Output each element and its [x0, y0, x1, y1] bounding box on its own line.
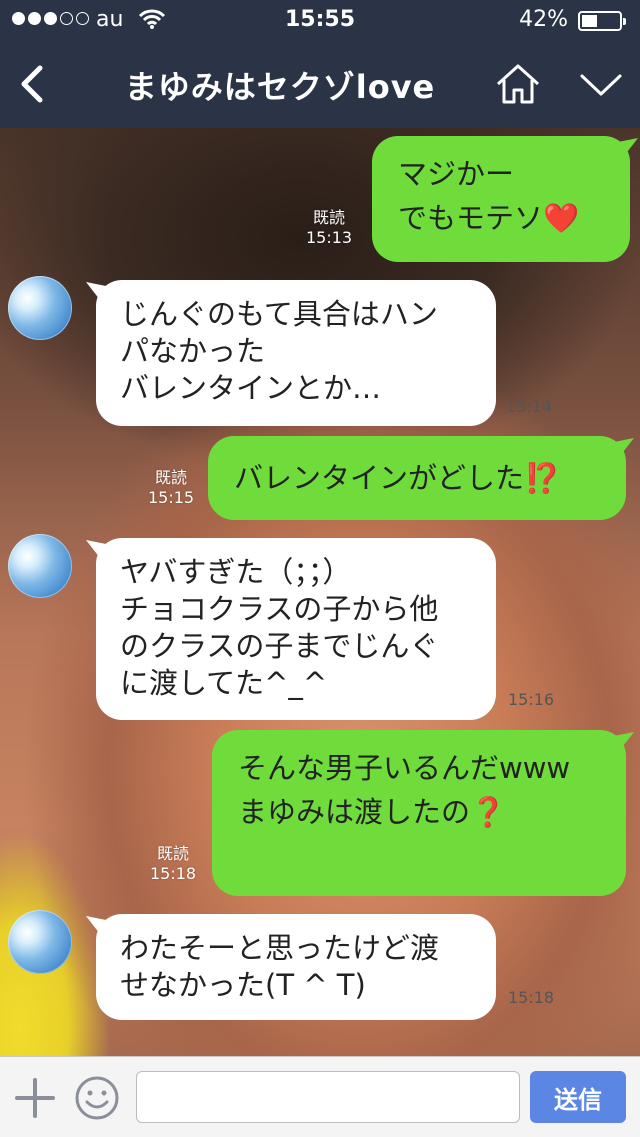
bubble-tail [86, 916, 106, 934]
message-emoji: ❓ [470, 795, 507, 829]
message-timestamp: 15:14 [506, 397, 553, 416]
message-text: バレンタインがどした [234, 461, 525, 495]
contact-avatar[interactable] [8, 276, 72, 340]
plus-icon[interactable] [14, 1077, 56, 1119]
bubble-tail [618, 138, 638, 156]
message-emoji: ⁉️ [524, 461, 561, 495]
message-text: マジかー でもモテソ [398, 157, 544, 235]
status-bar: au 15:55 42% [0, 0, 640, 40]
message-text: じんぐのもて具合はハン パなかった バレンタインとか… [120, 297, 438, 405]
chevron-down-icon[interactable] [578, 70, 624, 100]
smiley-icon[interactable] [74, 1075, 120, 1121]
received-message-bubble[interactable]: わたそーと思ったけど渡 せなかった(T ^ T) [96, 914, 496, 1020]
read-receipt: 既読 [157, 844, 190, 863]
sent-message-bubble[interactable]: バレンタインがどした⁉️ [208, 436, 626, 520]
message-input[interactable] [136, 1071, 520, 1123]
sent-message-bubble[interactable]: そんな男子いるんだwww まゆみは渡したの❓ [212, 730, 626, 896]
message-timestamp: 既読 15:15 [148, 468, 194, 508]
contact-avatar[interactable] [8, 910, 72, 974]
read-receipt: 既読 [155, 468, 188, 487]
bubble-tail [86, 540, 106, 558]
message-text: そんな男子いるんだwww まゆみは渡したの [238, 751, 571, 829]
input-bar: 送信 [0, 1056, 640, 1137]
contact-avatar[interactable] [8, 534, 72, 598]
read-receipt: 既読 [313, 208, 346, 227]
time-label: 15:18 [150, 864, 197, 883]
received-message-bubble[interactable]: ヤバすぎた（；；） チョコクラスの子から他 のクラスの子までじんぐ に渡してた^… [96, 538, 496, 720]
bubble-tail [614, 732, 634, 750]
time-label: 15:15 [148, 488, 195, 507]
sent-message-bubble[interactable]: マジかー でもモテソ❤️ [372, 136, 630, 262]
time-label: 15:13 [306, 228, 353, 247]
chat-header: まゆみはセクゾlove [0, 40, 640, 128]
battery-percent: 42% [519, 7, 568, 32]
bubble-tail [86, 282, 106, 300]
message-text: わたそーと思ったけど渡 せなかった(T ^ T) [120, 931, 440, 1002]
message-emoji: ❤️ [543, 201, 580, 235]
send-button[interactable]: 送信 [530, 1071, 626, 1123]
bubble-tail [614, 438, 634, 456]
chat-title: まゆみはセクゾlove [124, 68, 436, 106]
message-timestamp: 既読 15:13 [306, 208, 352, 248]
received-message-bubble[interactable]: じんぐのもて具合はハン パなかった バレンタインとか… [96, 280, 496, 426]
message-timestamp: 15:16 [508, 690, 555, 709]
message-text: ヤバすぎた（；；） チョコクラスの子から他 のクラスの子までじんぐ に渡してた^… [120, 555, 439, 700]
message-timestamp: 15:18 [508, 988, 555, 1007]
home-icon[interactable] [494, 62, 542, 106]
battery-icon [578, 11, 626, 31]
message-timestamp: 既読 15:18 [150, 844, 196, 884]
